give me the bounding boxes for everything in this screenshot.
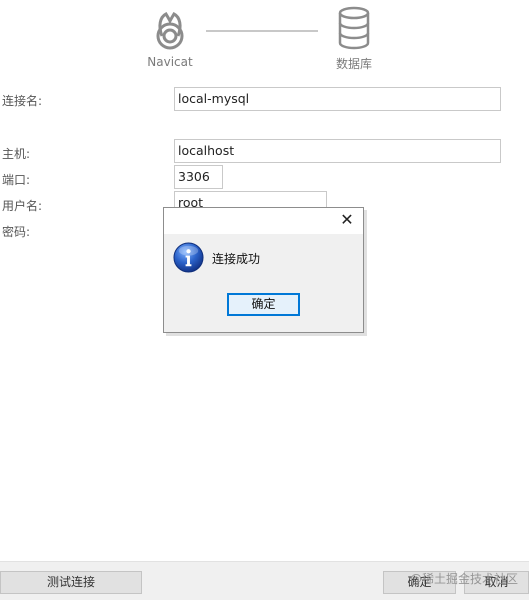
test-connection-button[interactable]: 测试连接: [0, 571, 142, 594]
connector-line: [206, 30, 318, 32]
connection-name-input[interactable]: local-mysql: [174, 87, 501, 111]
database-icon: [338, 6, 370, 50]
message-dialog: ✕ 连接成功 确定: [163, 207, 364, 333]
port-input[interactable]: 3306: [174, 165, 223, 189]
password-label: 密码:: [2, 225, 31, 239]
navicat-label: Navicat: [147, 55, 193, 69]
username-label: 用户名:: [2, 199, 43, 213]
dialog-titlebar: ✕: [164, 208, 363, 234]
navicat-logo-icon: [156, 12, 184, 50]
port-label: 端口:: [2, 173, 31, 187]
dialog-content: 连接成功 确定: [164, 234, 363, 332]
host-label: 主机:: [2, 147, 31, 161]
close-icon[interactable]: ✕: [337, 210, 357, 230]
dialog-message: 连接成功: [212, 252, 261, 266]
ok-button[interactable]: 确定: [383, 571, 456, 594]
database-label: 数据库: [335, 57, 372, 71]
cancel-button[interactable]: 取消: [464, 571, 529, 594]
info-icon: [173, 242, 204, 273]
connection-name-label: 连接名:: [2, 94, 43, 108]
dialog-ok-button[interactable]: 确定: [227, 293, 300, 316]
host-input[interactable]: localhost: [174, 139, 501, 163]
